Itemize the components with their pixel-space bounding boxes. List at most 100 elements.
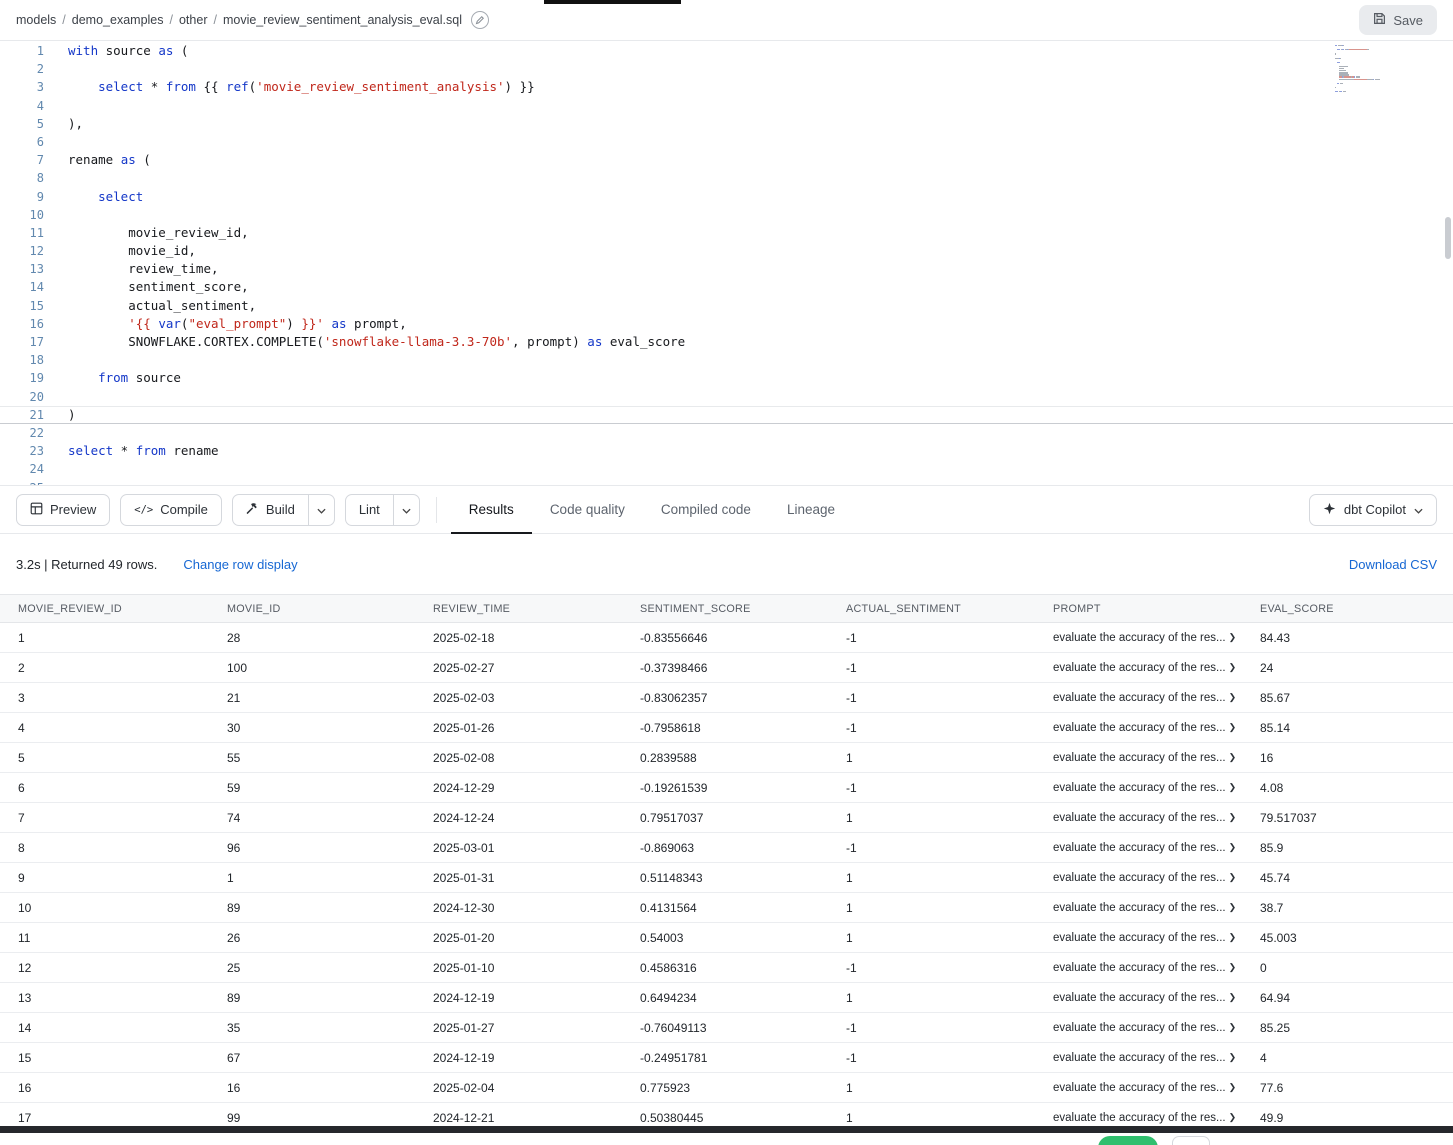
prompt-expand-icon[interactable]: ❯ bbox=[1229, 902, 1237, 913]
breadcrumb-segment[interactable]: models bbox=[16, 13, 56, 27]
bottom-green-button[interactable] bbox=[1098, 1136, 1158, 1145]
prompt-expand-icon[interactable]: ❯ bbox=[1229, 872, 1237, 883]
prompt-expand-icon[interactable]: ❯ bbox=[1229, 1052, 1237, 1063]
code-line[interactable]: 17 SNOWFLAKE.CORTEX.COMPLETE('snowflake-… bbox=[0, 333, 1453, 351]
minimap[interactable] bbox=[1335, 45, 1427, 97]
code-line[interactable]: 20 bbox=[0, 388, 1453, 406]
minimap-line bbox=[1335, 70, 1427, 71]
code-line[interactable]: 8 bbox=[0, 169, 1453, 187]
code-line[interactable]: 4 bbox=[0, 97, 1453, 115]
prompt-expand-icon[interactable]: ❯ bbox=[1229, 782, 1237, 793]
prompt-expand-icon[interactable]: ❯ bbox=[1229, 932, 1237, 943]
bottom-white-button[interactable] bbox=[1172, 1136, 1210, 1145]
header-cell: EVAL_SCORE bbox=[1260, 603, 1453, 615]
table-cell: 15 bbox=[18, 1051, 227, 1065]
lint-button[interactable]: Lint bbox=[345, 494, 394, 526]
code-line[interactable]: 5), bbox=[0, 115, 1453, 133]
header-cell: ACTUAL_SENTIMENT bbox=[846, 603, 1053, 615]
table-cell: 38.7 bbox=[1260, 901, 1453, 915]
table-cell: 0.4131564 bbox=[640, 901, 846, 915]
prompt-expand-icon[interactable]: ❯ bbox=[1229, 632, 1237, 643]
dbt-copilot-button[interactable]: dbt Copilot bbox=[1309, 494, 1437, 526]
tab-code-quality[interactable]: Code quality bbox=[532, 486, 643, 533]
table-cell: 16 bbox=[227, 1081, 433, 1095]
table-row: 12252025-01-100.4586316-1evaluate the ac… bbox=[0, 953, 1453, 983]
change-row-display-link[interactable]: Change row display bbox=[183, 557, 297, 572]
code-line[interactable]: 2 bbox=[0, 60, 1453, 78]
code-line[interactable]: 21) bbox=[0, 406, 1453, 424]
table-cell: 2024-12-30 bbox=[433, 901, 640, 915]
prompt-expand-icon[interactable]: ❯ bbox=[1229, 1022, 1237, 1033]
code-line[interactable]: 18 bbox=[0, 351, 1453, 369]
prompt-cell-text: evaluate the accuracy of the res... bbox=[1053, 782, 1226, 794]
code-line[interactable]: 15 actual_sentiment, bbox=[0, 297, 1453, 315]
tab-lineage[interactable]: Lineage bbox=[769, 486, 853, 533]
lint-dropdown-button[interactable] bbox=[393, 494, 420, 526]
tab-results[interactable]: Results bbox=[451, 486, 532, 533]
line-number: 22 bbox=[0, 424, 44, 442]
table-cell: -1 bbox=[846, 721, 1053, 735]
code-line[interactable]: 22 bbox=[0, 424, 1453, 442]
tab-compiled-code[interactable]: Compiled code bbox=[643, 486, 769, 533]
prompt-expand-icon[interactable]: ❯ bbox=[1229, 1112, 1237, 1123]
compile-button[interactable]: </> Compile bbox=[120, 494, 222, 526]
code-text: movie_review_id, bbox=[68, 224, 249, 242]
table-row: 11262025-01-200.540031evaluate the accur… bbox=[0, 923, 1453, 953]
breadcrumb-segment[interactable]: demo_examples bbox=[72, 13, 164, 27]
table-cell: 67 bbox=[227, 1051, 433, 1065]
table-row: 6592024-12-29-0.19261539-1evaluate the a… bbox=[0, 773, 1453, 803]
line-number: 12 bbox=[0, 242, 44, 260]
save-button-label: Save bbox=[1393, 13, 1423, 28]
build-dropdown-button[interactable] bbox=[308, 494, 335, 526]
table-cell: 2 bbox=[18, 661, 227, 675]
minimap-line bbox=[1335, 72, 1427, 73]
lint-split-button: Lint bbox=[345, 494, 420, 526]
prompt-expand-icon[interactable]: ❯ bbox=[1229, 992, 1237, 1003]
prompt-expand-icon[interactable]: ❯ bbox=[1229, 1082, 1237, 1093]
table-cell: evaluate the accuracy of the res...❯ bbox=[1053, 1112, 1260, 1124]
code-editor[interactable]: 1with source as (23 select * from {{ ref… bbox=[0, 41, 1453, 485]
table-cell: evaluate the accuracy of the res...❯ bbox=[1053, 962, 1260, 974]
table-cell: 45.74 bbox=[1260, 871, 1453, 885]
code-line[interactable]: 10 bbox=[0, 206, 1453, 224]
code-line[interactable]: 14 sentiment_score, bbox=[0, 278, 1453, 296]
breadcrumb-separator: / bbox=[213, 13, 216, 27]
line-number: 21 bbox=[0, 406, 44, 424]
code-line[interactable]: 6 bbox=[0, 133, 1453, 151]
code-line[interactable]: 1with source as ( bbox=[0, 42, 1453, 60]
browser-tab-strip bbox=[544, 0, 681, 4]
prompt-expand-icon[interactable]: ❯ bbox=[1229, 812, 1237, 823]
prompt-expand-icon[interactable]: ❯ bbox=[1229, 662, 1237, 673]
table-cell: 89 bbox=[227, 991, 433, 1005]
table-cell: 13 bbox=[18, 991, 227, 1005]
breadcrumb-segment[interactable]: other bbox=[179, 13, 208, 27]
prompt-expand-icon[interactable]: ❯ bbox=[1229, 722, 1237, 733]
line-number: 9 bbox=[0, 188, 44, 206]
code-line[interactable]: 19 from source bbox=[0, 369, 1453, 387]
code-line[interactable]: 24 bbox=[0, 460, 1453, 478]
prompt-cell-text: evaluate the accuracy of the res... bbox=[1053, 1022, 1226, 1034]
preview-button[interactable]: Preview bbox=[16, 494, 110, 526]
editor-scrollbar[interactable] bbox=[1445, 217, 1451, 259]
preview-button-label: Preview bbox=[50, 502, 96, 517]
prompt-expand-icon[interactable]: ❯ bbox=[1229, 962, 1237, 973]
download-csv-link[interactable]: Download CSV bbox=[1349, 557, 1437, 572]
table-cell: 2024-12-19 bbox=[433, 1051, 640, 1065]
prompt-expand-icon[interactable]: ❯ bbox=[1229, 842, 1237, 853]
code-line[interactable]: 9 select bbox=[0, 188, 1453, 206]
code-line[interactable]: 16 '{{ var("eval_prompt") }}' as prompt, bbox=[0, 315, 1453, 333]
edit-indicator-icon[interactable] bbox=[471, 11, 489, 29]
table-cell: 85.25 bbox=[1260, 1021, 1453, 1035]
prompt-expand-icon[interactable]: ❯ bbox=[1229, 752, 1237, 763]
table-cell: 11 bbox=[18, 931, 227, 945]
code-line[interactable]: 3 select * from {{ ref('movie_review_sen… bbox=[0, 78, 1453, 96]
save-button[interactable]: Save bbox=[1359, 5, 1437, 35]
prompt-expand-icon[interactable]: ❯ bbox=[1229, 692, 1237, 703]
code-line[interactable]: 13 review_time, bbox=[0, 260, 1453, 278]
build-button[interactable]: Build bbox=[232, 494, 309, 526]
table-cell: evaluate the accuracy of the res...❯ bbox=[1053, 692, 1260, 704]
code-line[interactable]: 11 movie_review_id, bbox=[0, 224, 1453, 242]
code-line[interactable]: 23select * from rename bbox=[0, 442, 1453, 460]
code-line[interactable]: 7rename as ( bbox=[0, 151, 1453, 169]
code-line[interactable]: 12 movie_id, bbox=[0, 242, 1453, 260]
